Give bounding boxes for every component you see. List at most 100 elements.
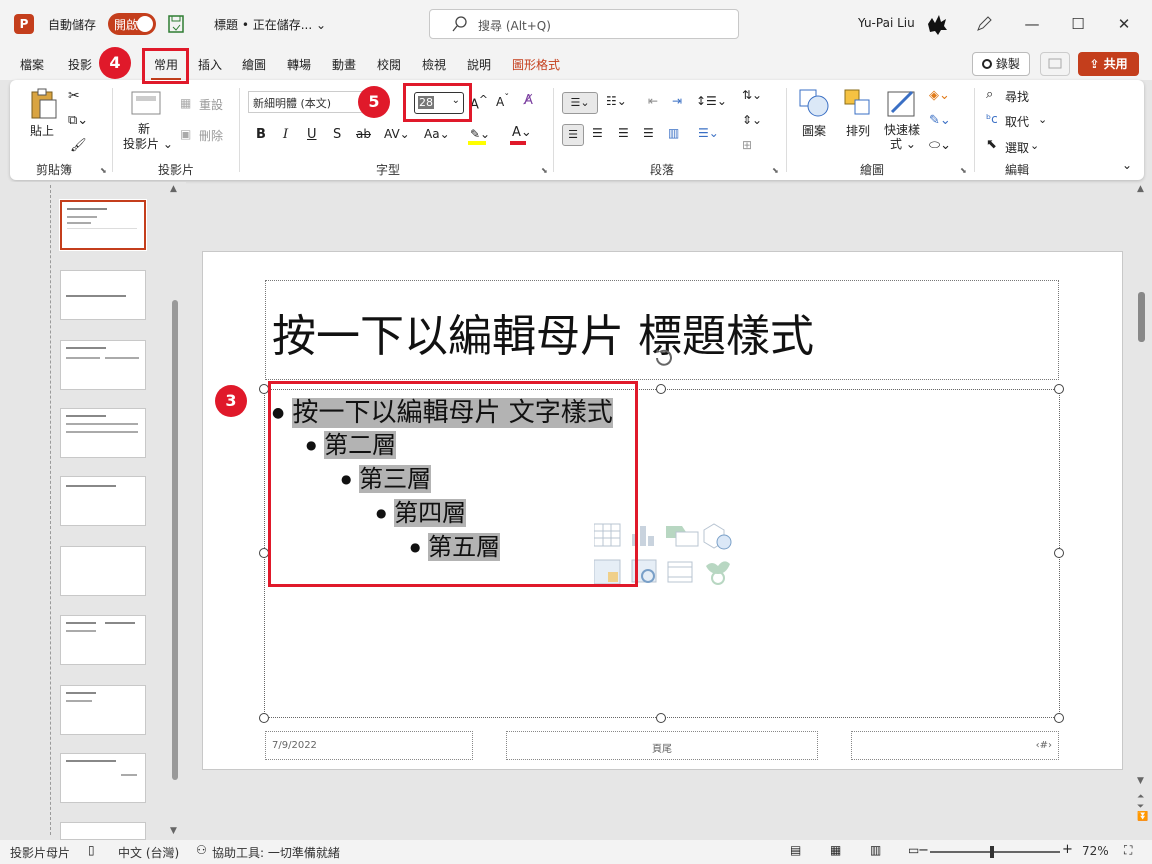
highlight-icon[interactable]: ✎⌄ [470,127,490,141]
text-direction-icon[interactable]: ☰⌄ [698,126,719,140]
save-icon[interactable] [168,15,184,33]
maximize-button[interactable]: ☐ [1066,12,1090,36]
shape-outline-icon[interactable]: ✎⌄ [929,113,951,128]
align-right-icon[interactable]: ☰ [618,126,629,140]
align-text-icon[interactable]: ⇕⌄ [742,113,762,127]
shapes-icon[interactable] [798,88,830,118]
select-button[interactable]: 選取 [1005,139,1029,156]
shape-effects-icon[interactable]: ⬭⌄ [929,138,951,153]
collapse-ribbon-icon[interactable]: ⌄ [1122,158,1132,172]
slide-thumbnail[interactable] [60,753,146,803]
slide-scrollbar[interactable] [1138,292,1145,342]
delete-button[interactable]: 刪除 [199,127,223,144]
shapes-button[interactable]: 圖案 [802,122,826,139]
slide-thumbnail[interactable] [60,408,146,458]
close-button[interactable]: ✕ [1112,12,1136,36]
slide-thumbnail[interactable] [60,270,146,320]
replace-button[interactable]: 取代 [1005,113,1029,130]
text-direction-icon-2[interactable]: ⇅⌄ [742,88,762,102]
previous-slide-icon[interactable]: ⏶ ⏷ [1137,792,1144,812]
decrease-font-icon[interactable]: Aˇ [496,93,509,109]
zoom-level[interactable]: 72% [1082,844,1109,858]
resize-handle[interactable] [259,713,269,723]
tab-shape-format[interactable]: 圖形格式 [512,56,560,73]
reset-button[interactable]: 重設 [199,96,223,113]
slide-thumbnail[interactable] [60,615,146,665]
delete-icon[interactable]: ▣ [180,127,191,141]
quick-styles-dropdown[interactable]: 式 ⌄ [890,135,916,152]
arrange-button[interactable]: 排列 [846,122,870,139]
slide-thumbnail[interactable] [60,685,146,735]
clear-format-icon[interactable]: A̸ [524,93,533,108]
document-title[interactable]: 標題 • 正在儲存... ⌄ [214,16,326,33]
replace-icon[interactable]: ᵇc [986,112,998,126]
scroll-down-icon[interactable]: ▼ [170,826,177,836]
strikethrough-button[interactable]: ab [356,127,371,141]
align-left-button[interactable]: ☰ [562,124,584,146]
shadow-button[interactable]: S [333,127,341,142]
char-spacing-icon[interactable]: AV⌄ [384,127,410,141]
reset-icon[interactable]: ▦ [180,96,191,110]
slide-title[interactable]: 按一下以編輯母片 標題樣式 [272,300,814,364]
footer-date[interactable]: 7/9/2022 [265,731,473,760]
line-spacing-icon[interactable]: ↕☰⌄ [696,94,727,108]
slide-thumbnail[interactable] [60,340,146,390]
dialog-launcher-icon[interactable]: ⬊ [960,166,967,175]
accessibility-status[interactable]: 協助工具: 一切準備就緒 [212,844,340,861]
tab-file[interactable]: 檔案 [20,56,44,73]
paste-icon[interactable] [28,88,58,120]
next-slide-icon[interactable]: ⏬ [1137,812,1148,822]
accessibility-icon[interactable]: ⚇ [196,843,207,857]
align-center-icon[interactable]: ☰ [592,126,603,140]
minimize-button[interactable]: — [1020,12,1044,36]
bullets-button[interactable]: ☰⌄ [562,92,598,114]
font-color-icon[interactable]: A⌄ [512,125,532,140]
rotate-handle-icon[interactable] [652,346,676,370]
find-button[interactable]: 尋找 [1005,88,1029,105]
dialog-launcher-icon[interactable]: ⬊ [772,166,779,175]
smartart-icon[interactable]: ⊞ [742,138,752,152]
spelling-icon[interactable]: ▯ [88,843,95,857]
reading-view-icon[interactable]: ▥ [870,843,881,857]
pen-icon[interactable] [974,14,994,34]
share-button[interactable]: ⇪ 共用 [1078,52,1139,76]
language-label[interactable]: 中文 (台灣) [118,844,179,861]
resize-handle[interactable] [656,713,666,723]
slide-thumbnail[interactable] [60,546,146,596]
arrange-icon[interactable] [843,88,873,118]
font-name-field[interactable]: 新細明體 (本文) [248,91,370,113]
search-input[interactable]: 搜尋 (Alt+Q) [429,9,739,39]
resize-handle[interactable] [1054,384,1064,394]
scroll-down-icon[interactable]: ▼ [1137,776,1144,786]
slide-thumbnail[interactable] [60,822,146,840]
bold-button[interactable]: B [256,127,266,142]
scroll-up-icon[interactable]: ▲ [1137,184,1144,194]
zoom-slider[interactable] [930,851,1060,853]
tab-help[interactable]: 說明 [467,56,491,73]
resize-handle[interactable] [1054,713,1064,723]
tab-slideshow[interactable]: 投影 [68,56,92,73]
increase-indent-icon[interactable]: ⇥ [672,94,682,108]
avatar[interactable] [925,12,949,36]
tab-animations[interactable]: 動畫 [332,56,356,73]
zoom-out-icon[interactable]: − [918,843,929,858]
zoom-in-icon[interactable]: + [1062,842,1073,857]
user-name[interactable]: Yu-Pai Liu [858,16,915,30]
comments-button[interactable] [1040,52,1070,76]
slide-sorter-icon[interactable]: ▦ [830,843,841,857]
tab-review[interactable]: 校閱 [377,56,401,73]
paste-button[interactable]: 貼上 [30,122,54,139]
resize-handle[interactable] [1054,548,1064,558]
footer-text[interactable]: 頁尾 [506,731,818,760]
underline-button[interactable]: U [307,127,317,142]
quick-styles-icon[interactable] [886,88,918,118]
copy-icon[interactable]: ⧉⌄ [68,113,88,128]
fit-to-window-icon[interactable]: ⛶ [1124,843,1132,858]
justify-icon[interactable]: ☰ [643,126,654,140]
zoom-slider-thumb[interactable] [990,846,994,858]
new-slide-icon[interactable] [130,88,162,116]
tab-insert[interactable]: 插入 [198,56,222,73]
record-button[interactable]: 錄製 [972,52,1030,76]
dialog-launcher-icon[interactable]: ⬊ [541,166,548,175]
thumbnail-scrollbar[interactable] [172,300,178,780]
